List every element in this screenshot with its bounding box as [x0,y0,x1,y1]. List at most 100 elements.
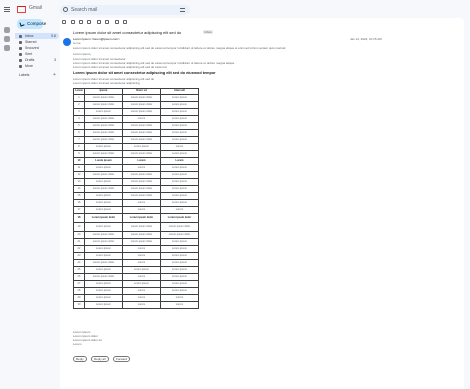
table-cell: 28 [73,287,85,296]
table-cell: 6 [73,128,85,137]
reply-all-button[interactable]: Reply all [91,356,109,362]
body-paragraph: Lorem ipsum dolor sit amet consectetur a… [73,65,168,69]
table-cell: 26 [73,273,85,282]
archive-icon[interactable] [71,20,75,24]
sidebar-item-more[interactable]: More [15,63,59,69]
table-cell: Lorem ipsum [159,184,200,193]
table-header: Lorem [73,88,85,95]
table-cell: Lorem ipsum [159,149,200,158]
table-row: 29 Lorem ipsum Lorem Lorem [73,294,200,303]
table-cell: Lorem [121,301,161,310]
table-row: 1 Lorem ipsum dolor Lorem ipsum dolor Lorem… [73,93,200,102]
table-cell: Lorem ipsum [121,266,161,275]
table-cell: Lorem ipsum dolor [121,149,161,158]
report-spam-icon[interactable] [79,20,83,24]
email-subject: Lorem ipsum dolor sit amet consectetur a… [73,30,182,35]
chat-icon[interactable] [4,36,10,42]
sidebar-item-count: 3 [54,58,56,62]
draft-icon [19,58,22,62]
table-cell: Lorem ipsum [159,252,200,261]
table-row: 7 Lorem ipsum dolor Lorem ipsum dolor Lorem… [73,135,200,144]
inbox-icon [19,34,22,38]
table-cell: 23 [73,252,85,261]
table-cell: Lorem ipsum [159,238,200,247]
table-row: 12 Lorem ipsum dolor Lorem ipsum dolor Lore… [73,170,200,179]
table-cell: Lorem ipsum [83,107,123,116]
avatar[interactable] [63,38,71,46]
inbox-label-chip[interactable]: Inbox [203,30,214,34]
search-input[interactable]: Search mail [71,7,97,13]
delete-icon[interactable] [87,20,91,24]
mail-icon[interactable] [4,27,10,33]
table-row: 4 Lorem ipsum dolor Lorem Lorem ipsum [73,114,200,123]
gmail-logo-icon[interactable] [17,6,26,13]
table-cell: 15 [73,191,85,200]
table-intro: Lorem ipsum dolor sit amet consectetur a… [73,81,140,85]
table-row: 24 Lorem ipsum dolor Lorem Lorem ipsum [73,259,200,268]
table-cell: Lorem ipsum dolor [83,114,123,123]
search-icon[interactable] [63,7,68,12]
table-cell: 4 [73,114,85,123]
table-cell: 19 [73,221,85,233]
reply-button[interactable]: Reply [73,356,87,362]
table-cell: Lorem ipsum [159,245,200,254]
table-cell: Lorem ipsum [159,273,200,282]
table-cell: Lorem ipsum dolor [121,231,161,240]
table-cell: Lorem ipsum dolor [83,121,123,130]
table-row: 15 Lorem ipsum Lorem ipsum dolor Lorem ipsu… [73,191,200,200]
forward-button[interactable]: Forward [113,356,131,362]
table-row: 2 Lorem ipsum dolor Lorem ipsum dolor Lorem… [73,100,200,109]
mark-unread-icon[interactable] [97,20,101,24]
add-label-icon[interactable]: + [53,72,56,78]
table-heading: Lorem ipsum dolor sit amet consectetur a… [73,71,216,75]
table-cell: Lorem [121,114,161,123]
table-row: 5 Lorem ipsum dolor Lorem ipsum dolor Lorem… [73,121,200,130]
table-cell: Lorem ipsum dolor [83,238,123,247]
menu-icon[interactable] [4,7,10,12]
table-cell: Lorem ipsum [83,142,123,151]
recipient-line[interactable]: to me [73,41,81,45]
table-cell: Lorem [121,245,161,254]
search-options-icon[interactable] [180,8,185,12]
back-icon[interactable] [62,20,66,24]
table-cell: Lorem ipsum [83,301,123,310]
more-options-icon[interactable] [123,20,127,24]
table-row: 22 Lorem ipsum Lorem Lorem ipsum [73,245,200,254]
table-cell: Lorem [159,142,200,151]
table-cell: Lorem ipsum [83,294,123,303]
sidebar-item-label: Snoozed [25,46,39,50]
clock-icon [19,46,22,50]
sidebar-item-label: Drafts [25,58,35,62]
table-row: 17 Lorem ipsum Lorem Lorem [73,205,200,214]
meet-icon[interactable] [4,45,10,51]
table-cell: Lorem ipsum [159,191,200,200]
table-cell: Lorem ipsum [83,221,123,233]
table-cell: Lorem ipsum dolor [83,212,123,223]
move-to-icon[interactable] [115,20,119,24]
table-cell: Lorem ipsum dolor [121,170,161,179]
table-cell: Lorem ipsum [159,170,200,179]
compose-button[interactable]: Compose [17,19,46,29]
table-cell: Lorem ipsum [83,287,123,296]
table-cell: Lorem ipsum dolor [121,121,161,130]
table-cell: 20 [73,231,85,240]
table-cell: 10 [73,156,85,165]
table-cell: Lorem [121,294,161,303]
snooze-icon[interactable] [105,20,109,24]
table-cell: Lorem ipsum [159,135,200,144]
table-cell: 18 [73,212,85,223]
app-rail [0,0,14,389]
table-cell: Lorem ipsum dolor [121,191,161,200]
table-cell: 12 [73,170,85,179]
table-row: 21 Lorem ipsum dolor Lorem ipsum dolor Lore… [73,238,200,247]
table-cell: Lorem ipsum dolor [83,184,123,193]
table-cell: 8 [73,142,85,151]
search-bar[interactable]: Search mail [60,5,190,15]
table-cell: 13 [73,177,85,186]
table-cell: Lorem [121,198,161,207]
table-cell: Lorem ipsum dolor [159,212,200,223]
table-cell: Lorem ipsum dolor [83,128,123,137]
table-cell: Lorem ipsum [159,280,200,289]
table-cell: Lorem ipsum dolor [83,93,123,102]
table-cell: 9 [73,149,85,158]
